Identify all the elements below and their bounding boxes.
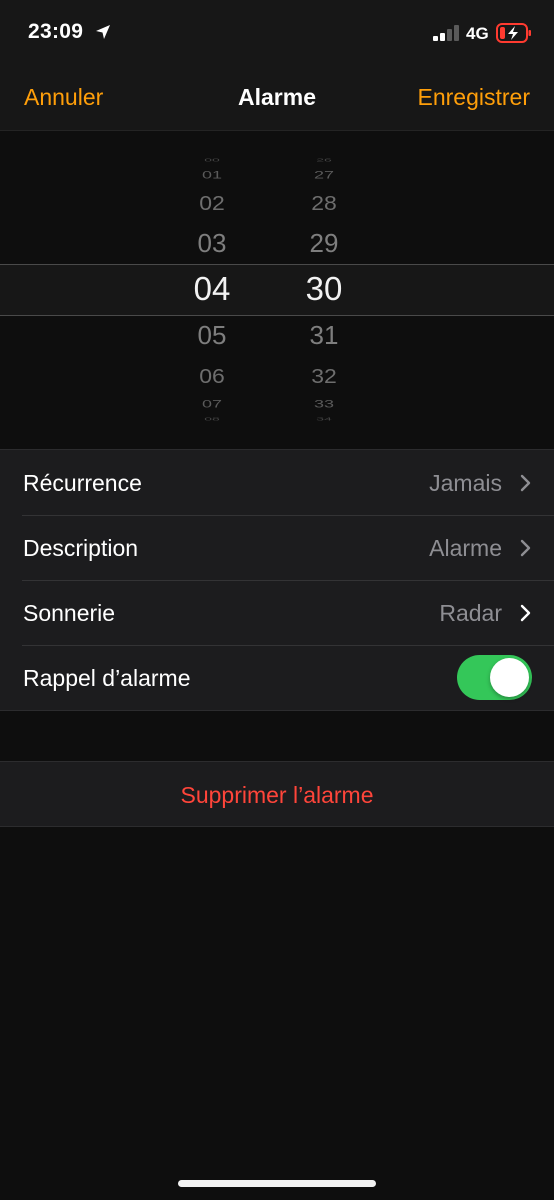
snooze-row: Rappel d’alarme <box>0 645 554 710</box>
battery-charging-icon <box>496 23 531 43</box>
time-picker[interactable]: 00 01 02 03 04 05 06 07 08 26 27 28 29 3… <box>0 131 554 449</box>
chevron-right-icon <box>520 539 531 557</box>
delete-alarm-label: Supprimer l’alarme <box>180 782 374 808</box>
chevron-right-icon <box>520 604 531 622</box>
description-row[interactable]: Description Alarme <box>0 515 554 580</box>
status-time: 23:09 <box>28 20 84 43</box>
hour-option[interactable]: 07 <box>162 399 262 410</box>
hour-option[interactable]: 03 <box>162 230 262 256</box>
minute-option[interactable]: 28 <box>274 193 374 213</box>
selected-minute[interactable]: 30 <box>274 272 374 305</box>
selected-hour[interactable]: 04 <box>162 272 262 305</box>
hour-option[interactable]: 08 <box>162 417 262 421</box>
delete-alarm-button[interactable]: Supprimer l’alarme <box>0 761 554 827</box>
chevron-right-icon <box>520 474 531 492</box>
save-button[interactable]: Enregistrer <box>418 84 530 111</box>
location-arrow-icon <box>96 25 110 39</box>
hour-option[interactable]: 01 <box>162 170 262 181</box>
description-label: Description <box>23 535 139 561</box>
minute-option[interactable]: 27 <box>274 170 374 181</box>
sound-row[interactable]: Sonnerie Radar <box>0 580 554 645</box>
minute-option[interactable]: 29 <box>274 230 374 256</box>
minute-option[interactable]: 32 <box>274 366 374 386</box>
snooze-label: Rappel d’alarme <box>23 665 191 691</box>
status-bar: 23:09 4G <box>0 0 554 66</box>
sound-label: Sonnerie <box>23 600 116 626</box>
cellular-signal-icon <box>433 25 459 41</box>
snooze-toggle[interactable] <box>457 655 532 700</box>
minute-option[interactable]: 31 <box>274 322 374 348</box>
description-value: Alarme <box>429 535 502 561</box>
hour-wheel[interactable]: 00 01 02 03 04 05 06 07 08 <box>162 131 262 449</box>
cancel-button[interactable]: Annuler <box>24 84 103 111</box>
minute-option[interactable]: 26 <box>274 158 374 162</box>
navigation-bar: Annuler Alarme Enregistrer <box>0 66 554 131</box>
minute-option[interactable]: 34 <box>274 417 374 421</box>
repeat-row[interactable]: Récurrence Jamais <box>0 450 554 515</box>
sound-value: Radar <box>439 600 502 626</box>
hour-option[interactable]: 02 <box>162 193 262 213</box>
hour-option[interactable]: 06 <box>162 366 262 386</box>
minute-option[interactable]: 33 <box>274 399 374 410</box>
network-label: 4G <box>466 24 489 43</box>
repeat-value: Jamais <box>429 470 502 496</box>
toggle-knob <box>490 658 529 697</box>
hour-option[interactable]: 05 <box>162 322 262 348</box>
hour-option[interactable]: 00 <box>162 158 262 162</box>
repeat-label: Récurrence <box>23 470 142 496</box>
minute-wheel[interactable]: 26 27 28 29 30 31 32 33 34 <box>274 131 374 449</box>
alarm-settings-list: Récurrence Jamais Description Alarme Son… <box>0 449 554 711</box>
home-indicator[interactable] <box>178 1180 376 1187</box>
